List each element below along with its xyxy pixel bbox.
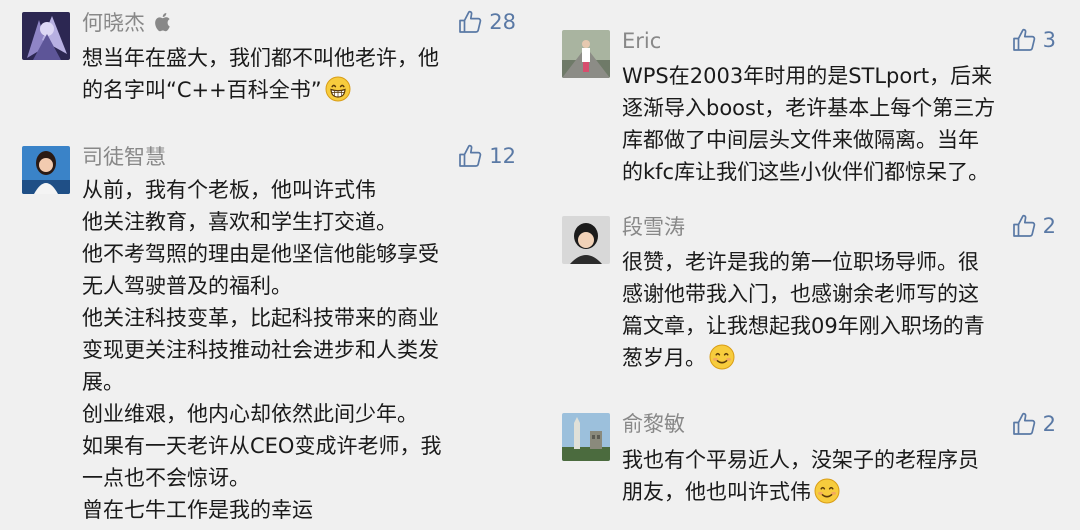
like-count: 12	[489, 144, 516, 168]
comment-line: 很赞，老许是我的第一位职场导师。很	[622, 250, 979, 274]
comment-line: 创业维艰，他内心却依然此间少年。	[82, 402, 418, 426]
comment-line: 曾在七牛工作是我的幸运	[82, 498, 313, 522]
comment-line: 一点也不会惊讶。	[82, 466, 250, 490]
comment-author[interactable]: 司徒智慧	[82, 143, 166, 171]
comment-line: 变现更关注科技推动社会进步和人类发	[82, 338, 439, 362]
comment-line: 如果有一天老许从CEO变成许老师，我	[82, 434, 442, 458]
avatar[interactable]	[562, 30, 610, 78]
comment-line: 的kfc库让我们这些小伙伴们都惊呆了。	[622, 160, 990, 184]
comment-author[interactable]: 俞黎敏	[622, 410, 685, 438]
like-button[interactable]: 12	[457, 142, 516, 170]
comment-line: 从前，我有个老板，他叫许式伟	[82, 178, 376, 202]
avatar[interactable]	[22, 12, 70, 60]
thumbs-up-icon	[457, 9, 483, 35]
comment-line: 他不考驾照的理由是他坚信他能够享受	[82, 242, 439, 266]
thumbs-up-icon	[1011, 27, 1037, 53]
comment-author[interactable]: 段雪涛	[622, 213, 685, 241]
smiling-emoji-icon	[814, 478, 840, 504]
comment-text: 从前，我有个老板，他叫许式伟 他关注教育，喜欢和学生打交道。 他不考驾照的理由是…	[82, 174, 441, 526]
comment-text: 想当年在盛大，我们都不叫他老许，他 的名字叫“C++百科全书”	[82, 42, 439, 106]
comment-line: 的名字叫“C++百科全书”	[82, 74, 439, 106]
thumbs-up-icon	[457, 143, 483, 169]
comment-line: WPS在2003年时用的是STLport，后来	[622, 64, 993, 88]
author-name: 俞黎敏	[622, 412, 685, 436]
thumbs-up-icon	[1011, 411, 1037, 437]
like-count: 3	[1042, 28, 1056, 52]
grinning-emoji-icon	[325, 76, 351, 102]
comment-line: 无人驾驶普及的福利。	[82, 274, 292, 298]
apple-logo-icon	[155, 13, 170, 32]
like-count: 2	[1042, 412, 1056, 436]
comment-author[interactable]: 何晓杰	[82, 9, 171, 37]
comment-text: WPS在2003年时用的是STLport，后来 逐渐导入boost，老许基本上每…	[622, 60, 995, 188]
comment-line: 我也有个平易近人，没架子的老程序员	[622, 448, 979, 472]
comment-author[interactable]: Eric	[622, 27, 661, 55]
author-name: 何晓杰	[82, 11, 145, 35]
smiling-emoji-icon	[709, 344, 735, 370]
avatar[interactable]	[22, 146, 70, 194]
author-name: 段雪涛	[622, 215, 685, 239]
thumbs-up-icon	[1011, 213, 1037, 239]
like-count: 2	[1042, 214, 1056, 238]
comment-line: 感谢他带我入门，也感谢余老师写的这	[622, 282, 979, 306]
avatar[interactable]	[562, 413, 610, 461]
comment-line: 他关注科技变革，比起科技带来的商业	[82, 306, 439, 330]
like-button[interactable]: 2	[1011, 212, 1056, 240]
like-button[interactable]: 2	[1011, 410, 1056, 438]
comment-text: 我也有个平易近人，没架子的老程序员 朋友，他也叫许式伟	[622, 444, 979, 508]
comment-line: 葱岁月。	[622, 342, 985, 374]
author-name: 司徒智慧	[82, 145, 166, 169]
comment-text: 很赞，老许是我的第一位职场导师。很 感谢他带我入门，也感谢余老师写的这 篇文章，…	[622, 246, 985, 374]
like-count: 28	[489, 10, 516, 34]
like-button[interactable]: 28	[457, 8, 516, 36]
comment-line: 想当年在盛大，我们都不叫他老许，他	[82, 46, 439, 70]
like-button[interactable]: 3	[1011, 26, 1056, 54]
comment-line: 库都做了中间层头文件来做隔离。当年	[622, 128, 979, 152]
comment-line: 朋友，他也叫许式伟	[622, 476, 979, 508]
comment-line: 篇文章，让我想起我09年刚入职场的青	[622, 314, 985, 338]
comment-line: 逐渐导入boost，老许基本上每个第三方	[622, 96, 996, 120]
comment-line: 展。	[82, 370, 124, 394]
comment-line: 他关注教育，喜欢和学生打交道。	[82, 210, 397, 234]
avatar[interactable]	[562, 216, 610, 264]
author-name: Eric	[622, 29, 662, 53]
